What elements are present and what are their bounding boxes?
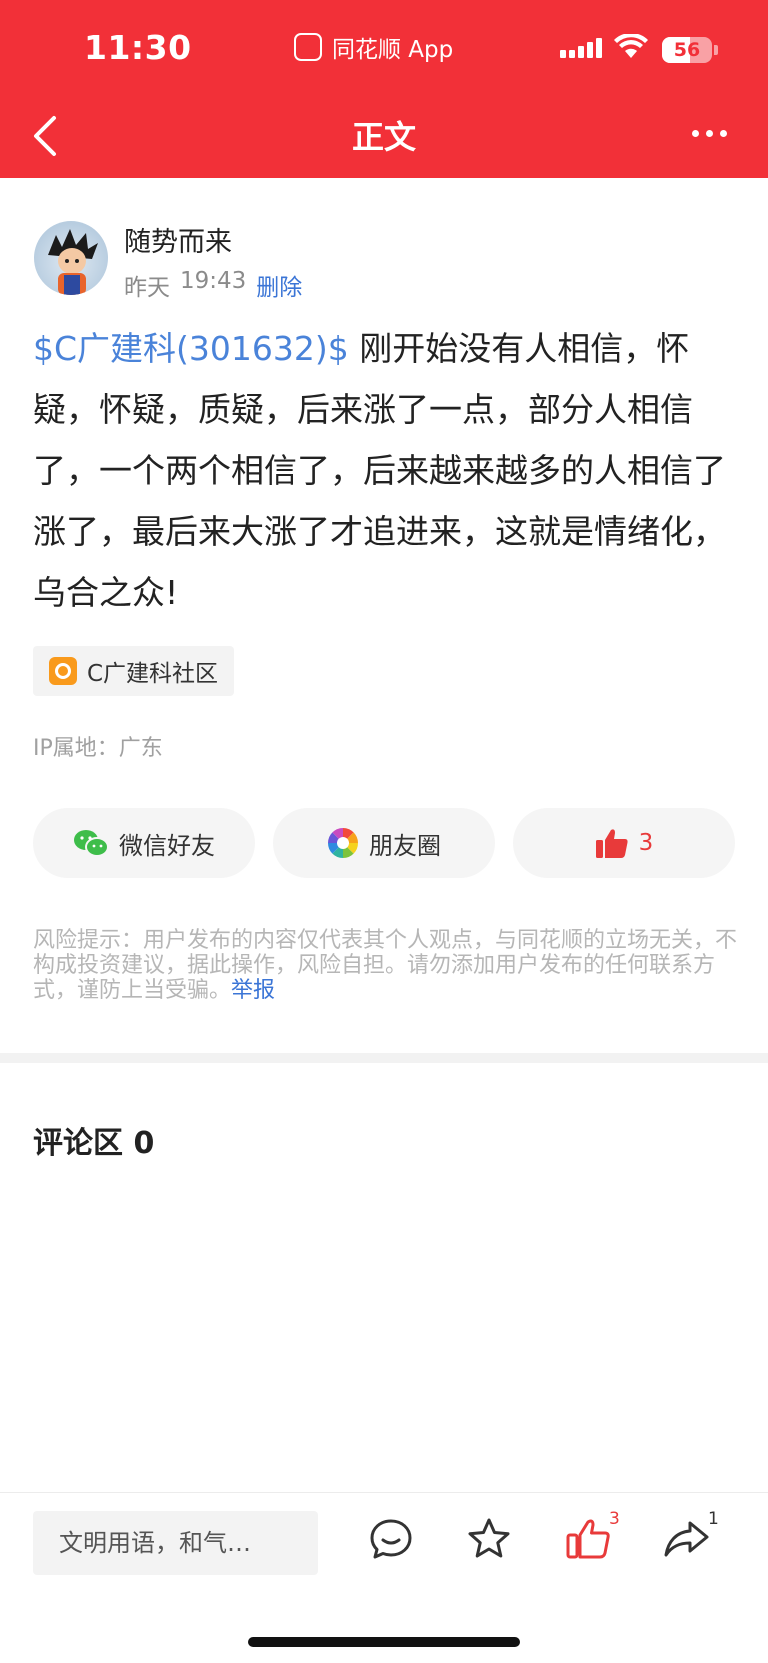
report-link[interactable]: 举报 [231, 978, 275, 1003]
share-wechat-button[interactable]: 微信好友 [33, 808, 255, 878]
post-date: 昨天 [124, 275, 170, 301]
app-name: 同花顺 App [332, 37, 454, 63]
battery-level: 56 [673, 39, 701, 61]
risk-disclaimer: 风险提示：用户发布的内容仅代表其个人观点，与同花顺的立场无关，不构成投资建议，据… [33, 928, 739, 1003]
community-chip[interactable]: C广建科社区 [33, 646, 235, 696]
ip-location: IP属地：广东 [33, 736, 163, 761]
like-badge: 3 [609, 1509, 620, 1529]
status-time: 11:30 [84, 28, 192, 67]
post-meta: 昨天 19:43 删除 [124, 268, 302, 302]
like-button[interactable]: 3 [513, 808, 735, 878]
battery-icon: 56 [662, 37, 712, 63]
community-label: C广建科社区 [87, 661, 219, 687]
header: 11:30 同花顺 App 56 正文 [0, 0, 768, 178]
screen: 11:30 同花顺 App 56 正文 随势而来 昨天 19:43 删除 $C广… [0, 0, 768, 1663]
avatar[interactable] [34, 221, 108, 295]
bottom-action-bar: 文明用语，和气… 3 1 [0, 1492, 768, 1663]
share-badge: 1 [708, 1509, 719, 1529]
share-icon[interactable] [662, 1515, 710, 1563]
thumbs-up-outline-icon[interactable] [564, 1515, 612, 1563]
post-text: 刚开始没有人相信，怀疑，怀疑，质疑，后来涨了一点，部分人相信了，一个两个相信了，… [33, 329, 726, 612]
like-count: 3 [638, 830, 654, 856]
author-name[interactable]: 随势而来 [124, 220, 232, 259]
community-icon [49, 657, 77, 685]
share-wechat-label: 微信好友 [119, 831, 215, 860]
post-time: 19:43 [180, 268, 247, 294]
post-body: $C广建科(301632)$ 刚开始没有人相信，怀疑，怀疑，质疑，后来涨了一点，… [33, 318, 738, 623]
delete-link[interactable]: 删除 [256, 268, 302, 302]
comments-heading: 评论区 0 [33, 1118, 154, 1162]
comment-input[interactable]: 文明用语，和气… [33, 1511, 318, 1575]
thumbs-up-icon [595, 829, 628, 858]
comment-icon[interactable] [367, 1515, 415, 1563]
comments-label: 评论区 [33, 1126, 123, 1161]
wechat-icon [74, 830, 109, 857]
section-divider [0, 1053, 768, 1063]
star-icon[interactable] [465, 1515, 513, 1563]
app-indicator: 同花顺 App [294, 30, 453, 64]
app-logo-icon [294, 33, 322, 61]
disclaimer-text: 风险提示：用户发布的内容仅代表其个人观点，与同花顺的立场无关，不构成投资建议，据… [33, 928, 738, 1003]
comments-count: 0 [133, 1126, 155, 1161]
more-dots-icon[interactable] [692, 130, 727, 137]
home-indicator [248, 1637, 520, 1647]
stock-tag-link[interactable]: $C广建科(301632)$ [33, 329, 349, 368]
page-title: 正文 [351, 118, 416, 156]
cellular-signal-icon [560, 38, 602, 58]
moments-icon [328, 828, 358, 858]
share-moments-button[interactable]: 朋友圈 [273, 808, 495, 878]
wifi-icon [614, 34, 648, 58]
share-moments-label: 朋友圈 [369, 831, 441, 860]
